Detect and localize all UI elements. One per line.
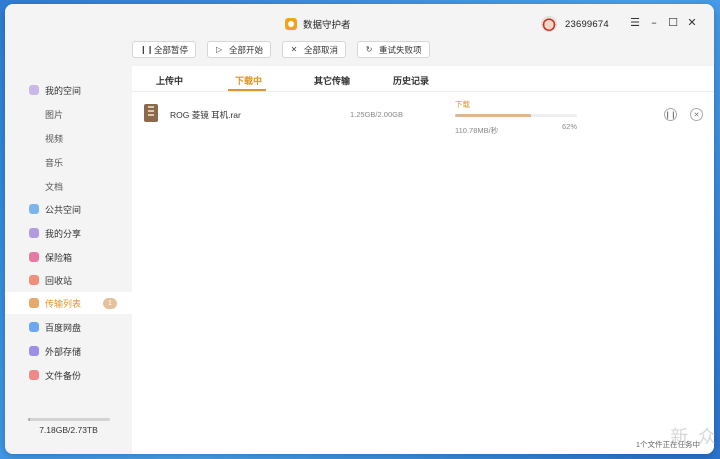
pause-icon: ❙❙ [664,110,677,119]
pause-all-button[interactable]: ❙❙ 全部暂停 [132,41,197,58]
pause-all-label: 全部暂停 [154,44,189,55]
sidebar: 我的空间 图片 视频 音乐 文档 公共空间 我的分享 保险箱 回收站 传输列表 … [5,66,132,454]
sidebar-item-recycle-bin[interactable]: 回收站 [5,269,132,291]
retry-failed-label: 重试失败项 [379,44,422,55]
usb-icon [29,346,39,356]
sidebar-item-documents[interactable]: 文档 [5,175,132,197]
sidebar-item-label: 传输列表 [45,298,82,309]
transfer-speed: 110.78MB/秒 [455,126,499,135]
sidebar-item-label: 我的空间 [45,85,82,96]
sidebar-item-safe[interactable]: 保险箱 [5,246,132,268]
transfer-panel: 上传中 下载中 其它传输 历史记录 ROG 菱镜 耳机.rar 1.25GB/2… [132,66,714,454]
trash-icon [29,275,39,285]
sidebar-item-label: 文档 [45,181,64,192]
transfer-progress-bar [455,114,577,117]
watermark-logo: 新 众 [670,427,718,448]
user-info[interactable]: 23699674 [541,15,609,33]
sidebar-item-label: 我的分享 [45,228,82,239]
cancel-icon: ✕ [290,45,298,54]
transfer-row[interactable]: ROG 菱镜 耳机.rar 1.25GB/2.00GB 下载 110.78MB/… [132,98,714,135]
sidebar-item-label: 文件备份 [45,370,82,381]
sidebar-item-transfer-list[interactable]: 传输列表 1 [5,292,132,314]
retry-failed-button[interactable]: ↻ 重试失败项 [357,41,430,58]
transfer-icon [29,298,39,308]
pause-transfer-button[interactable]: ❙❙ [664,108,677,121]
sidebar-item-music[interactable]: 音乐 [5,151,132,173]
username: 23699674 [565,18,609,30]
storage-usage-text: 7.18GB/2.73TB [39,425,98,435]
close-icon[interactable]: ✕ [686,15,698,29]
storage-usage-bar [28,418,110,421]
transfer-tabs: 上传中 下载中 其它传输 历史记录 [132,66,714,92]
share-icon [29,228,39,238]
sidebar-item-my-share[interactable]: 我的分享 [5,222,132,244]
transfer-percent: 62% [562,122,578,131]
file-name: ROG 菱镜 耳机.rar [170,110,241,120]
app-title: 数据守护者 [285,16,351,32]
window-controls: ☰ – ☐ ✕ [629,15,698,29]
tab-downloading[interactable]: 下载中 [235,74,262,87]
active-tab-indicator [228,89,266,91]
start-all-label: 全部开始 [229,44,264,55]
transfer-toolbar: ❙❙ 全部暂停 ▷ 全部开始 ✕ 全部取消 ↻ 重试失败项 [132,41,430,58]
transfer-status: 下载 [455,100,470,109]
menu-icon[interactable]: ☰ [629,15,641,29]
play-icon: ▷ [215,45,223,54]
sidebar-item-label: 视频 [45,133,64,144]
sidebar-item-videos[interactable]: 视频 [5,127,132,149]
storage-usage-fill [28,418,30,421]
sidebar-item-public-space[interactable]: 公共空间 [5,198,132,220]
sidebar-item-pictures[interactable]: 图片 [5,103,132,125]
app-window: 数据守护者 23699674 ☰ – ☐ ✕ ❙❙ 全部暂停 ▷ 全部开始 ✕ … [5,4,714,454]
file-size: 1.25GB/2.00GB [350,110,403,119]
transfer-count-badge: 1 [103,297,117,309]
minimize-icon[interactable]: – [648,15,660,29]
title-bar: 数据守护者 23699674 ☰ – ☐ ✕ ❙❙ 全部暂停 ▷ 全部开始 ✕ … [5,4,714,66]
sidebar-item-external-storage[interactable]: 外部存储 [5,340,132,362]
close-icon: ✕ [693,110,700,119]
cancel-transfer-button[interactable]: ✕ [690,108,703,121]
sidebar-item-label: 音乐 [45,157,64,168]
sidebar-item-baidu-netdisk[interactable]: 百度网盘 [5,316,132,338]
sidebar-item-file-backup[interactable]: 文件备份 [5,364,132,386]
cloud-icon [29,85,39,95]
safe-icon [29,252,39,262]
app-logo-icon [285,18,297,30]
tab-history[interactable]: 历史记录 [393,74,429,87]
archive-file-icon [144,104,158,122]
pause-icon: ❙❙ [140,45,154,54]
sidebar-item-label: 公共空间 [45,204,82,215]
sidebar-item-my-space[interactable]: 我的空间 [5,79,132,101]
transfer-progress-fill [455,114,531,117]
sidebar-item-label: 回收站 [45,275,73,286]
tab-other-transfers[interactable]: 其它传输 [314,74,350,87]
avatar[interactable] [541,16,557,32]
app-title-text: 数据守护者 [303,20,351,31]
sidebar-item-label: 外部存储 [45,346,82,357]
sidebar-item-label: 图片 [45,109,64,120]
cancel-all-label: 全部取消 [304,44,339,55]
backup-icon [29,370,39,380]
start-all-button[interactable]: ▷ 全部开始 [207,41,272,58]
retry-icon: ↻ [365,45,373,54]
baidu-icon [29,322,39,332]
tab-uploading[interactable]: 上传中 [156,74,183,87]
send-icon [29,204,39,214]
sidebar-item-label: 百度网盘 [45,322,82,333]
cancel-all-button[interactable]: ✕ 全部取消 [282,41,347,58]
sidebar-item-label: 保险箱 [45,252,73,263]
maximize-icon[interactable]: ☐ [667,15,679,29]
